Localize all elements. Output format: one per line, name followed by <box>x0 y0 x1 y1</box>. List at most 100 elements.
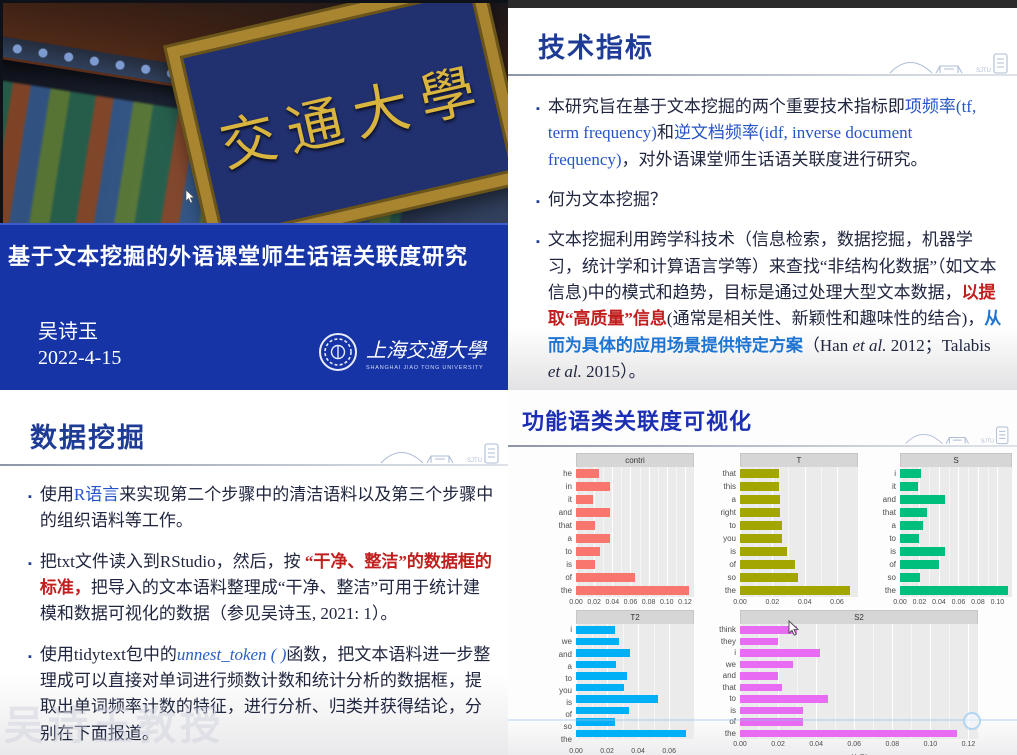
cover-author: 吴诗玉 <box>38 315 98 344</box>
bar-they <box>740 638 778 646</box>
x-tick-label: 0.10 <box>924 741 938 748</box>
gridline-major <box>997 467 998 597</box>
y-axis-label: a <box>874 519 900 532</box>
x-tick-label: 0.04 <box>605 599 619 606</box>
y-axis-labels: heinitandthatatoisofthe <box>546 467 576 597</box>
y-axis-label: the <box>546 584 576 597</box>
x-tick-label: 0.10 <box>660 599 674 606</box>
text-segment: 使用tidytext包中的 <box>40 645 177 664</box>
cover-blue-band: 基于文本挖掘的外语课堂师生话语关联度研究 吴诗玉 2022-4-15 上海交通大… <box>0 223 508 390</box>
y-axis-label: you <box>710 532 740 545</box>
gridline-minor <box>911 624 912 739</box>
gridline-minor <box>640 467 641 597</box>
sjtu-gate-photo: 交通大學 <box>3 3 508 223</box>
y-axis-label: so <box>710 571 740 584</box>
sjtu-emblem-icon <box>318 332 358 372</box>
gridline-major <box>837 467 838 597</box>
title-rule: SJTU <box>508 445 1017 447</box>
facet-title: S <box>900 453 1012 467</box>
bar-it <box>576 495 593 504</box>
text-segment: 文本挖掘利用跨学科技术（信息检索，数据挖掘，机器学习，统计学和计算语言学等）来查… <box>548 230 997 302</box>
bar-of <box>576 707 629 715</box>
chart-panel-S: Siitandthatatoisofsothe0.000.020.040.060… <box>874 453 1012 609</box>
bar-is <box>576 560 595 569</box>
skyline-sjtu-label: SJTU <box>981 439 994 445</box>
video-progress-knob[interactable] <box>963 712 981 730</box>
gridline-major <box>649 467 650 597</box>
bullet-marker-icon: ▪ <box>536 194 540 213</box>
x-tick-label: 0.02 <box>771 741 785 748</box>
x-tick-label: 0.00 <box>733 599 747 606</box>
cover-title: 基于文本挖掘的外语课堂师生话语关联度研究 <box>8 239 506 271</box>
bullet-text: 文本挖掘利用跨学科技术（信息检索，数据挖掘，机器学习，统计学和计算语言学等）来查… <box>548 227 1003 385</box>
y-axis-label: we <box>706 659 740 671</box>
x-tick-label: 0.02 <box>600 748 614 755</box>
y-axis-label: that <box>874 506 900 519</box>
y-axis-label: i <box>706 647 740 659</box>
x-tick-label: 0.06 <box>830 599 844 606</box>
bar-is <box>900 547 945 556</box>
bar-the <box>740 730 957 738</box>
y-axis-label: of <box>706 716 740 728</box>
bar-to <box>900 534 919 543</box>
bullet-text: 本研究旨在基于文本挖掘的两个重要技术指标即项频率(tf, term freque… <box>548 94 1003 173</box>
chart-panel-T2: T2iweandatoyouisofsothe0.000.020.040.06 <box>546 610 694 755</box>
x-tick-label: 0.00 <box>733 741 747 748</box>
text-segment: 使用 <box>40 485 74 504</box>
bar-of <box>740 560 795 569</box>
bullet-marker-icon: ▪ <box>28 489 32 535</box>
gridline-major <box>892 624 893 739</box>
y-axis-label: to <box>706 693 740 705</box>
logo-text-cn: 上海交通大學 <box>366 334 486 363</box>
y-axis-label: and <box>706 670 740 682</box>
gridline-minor <box>929 467 930 597</box>
x-tick-label: 0.10 <box>991 599 1005 606</box>
video-top-strip <box>508 0 1017 8</box>
y-axis-label: is <box>706 705 740 717</box>
gridline-major <box>978 467 979 597</box>
y-axis-label: of <box>546 571 576 584</box>
bar-i <box>576 626 615 634</box>
bar-right <box>740 508 780 517</box>
bar-think <box>740 626 797 634</box>
gridline-minor <box>658 467 659 597</box>
bullet-text: 使用R语言来实现第二个步骤中的清洁语料以及第三个步骤中的组织语料等工作。 <box>40 482 494 535</box>
text-segment: 把导入的文本语料整理成“干净、整洁”可用于统计建模和数据可视化的数据（参见吴诗玉… <box>40 578 480 623</box>
y-axis-label: is <box>546 697 576 709</box>
y-axis-label: so <box>874 571 900 584</box>
x-tick-label: 0.06 <box>952 599 966 606</box>
bullet-text: 何为文本挖掘？ <box>548 187 667 213</box>
y-axis-label: right <box>710 506 740 519</box>
y-axis-label: i <box>546 624 576 636</box>
y-axis-labels: iitandthatatoisofsothe <box>874 467 900 597</box>
bullet-item: ▪把txt文件读入到RStudio，然后，按 “干净、整洁”的数据框的标准，把导… <box>26 549 494 628</box>
bar-to <box>740 521 782 530</box>
slide-title-cover: 交通大學 基于文本挖掘的外语课堂师生话语关联度研究 吴诗玉 2022-4-15 … <box>0 0 508 390</box>
y-axis-label: is <box>710 545 740 558</box>
x-axis-ticks: 0.000.020.040.06 <box>576 746 694 755</box>
y-axis-label: he <box>546 467 576 480</box>
x-tick-label: 0.04 <box>932 599 946 606</box>
facet-charts-row-2: T2iweandatoyouisofsothe0.000.020.040.06S… <box>546 610 978 755</box>
bar-and <box>576 649 630 657</box>
y-axis-label: the <box>706 728 740 740</box>
bar-a <box>900 521 923 530</box>
video-progress-bar[interactable] <box>508 719 1017 721</box>
bar-is <box>740 547 787 556</box>
gridline-minor <box>988 467 989 597</box>
text-segment: 项频率 <box>905 97 956 116</box>
y-axis-labels: thatthisarighttoyouisofsothe <box>710 467 740 597</box>
y-axis-label: that <box>706 682 740 694</box>
bullet-list: ▪ 本研究旨在基于文本挖掘的两个重要技术指标即项频率(tf, term frequ… <box>508 76 1017 385</box>
slide-data-mining: 数据挖掘 SJTU ▪使用R语言来实现第二个步骤中的清洁语料以及第三个步骤中的组… <box>0 390 508 755</box>
bar-of <box>576 573 635 582</box>
y-axis-label: the <box>546 734 576 746</box>
y-axis-label: that <box>546 519 576 532</box>
bar-you <box>576 684 624 692</box>
y-axis-label: is <box>546 558 576 571</box>
gridline-major <box>939 467 940 597</box>
y-axis-label: of <box>710 558 740 571</box>
bullet-item: ▪ 何为文本挖掘？ <box>534 187 1003 213</box>
y-axis-label: the <box>874 584 900 597</box>
y-axis-label: and <box>874 493 900 506</box>
